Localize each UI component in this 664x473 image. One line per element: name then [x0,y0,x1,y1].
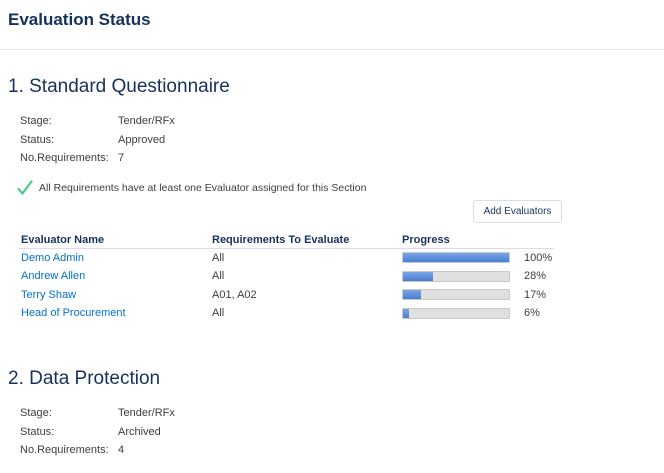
header-progress: Progress [400,231,554,249]
progress-cell: 17% [400,286,554,305]
section-info: Stage: Tender/RFx Status: Archived No.Re… [20,404,658,460]
table-row: Andrew Allen All 28% [19,267,554,286]
info-row-stage: Stage: Tender/RFx [20,112,658,131]
stage-value: Tender/RFx [118,115,175,127]
table-header-row: Evaluator Name Requirements To Evaluate … [19,231,554,249]
section-info: Stage: Tender/RFx Status: Approved No.Re… [20,112,658,168]
table-row: Head of Procurement All 6% [19,304,554,323]
status-label: Status: [20,133,55,146]
evaluators-table: Evaluator Name Requirements To Evaluate … [19,231,554,323]
add-evaluators-button[interactable]: Add Evaluators [473,199,562,223]
progress-bar [402,289,510,301]
progress-fill [403,308,410,318]
progress-fill [403,271,433,281]
info-row-stage: Stage: Tender/RFx [20,404,658,423]
header-requirements: Requirements To Evaluate [210,231,400,249]
progress-bar [402,270,510,282]
requirements-cell: All [212,307,225,320]
stage-value: Tender/RFx [118,407,175,419]
progress-percent: 17% [524,288,547,301]
info-row-requirements: No.Requirements: 7 [20,149,658,168]
progress-cell: 100% [400,248,554,267]
progress-percent: 6% [524,307,540,320]
requirements-cell: All [212,270,225,283]
requirements-label: No.Requirements: [20,152,109,164]
header-evaluator-name: Evaluator Name [19,231,210,249]
assignment-message: All Requirements have at least one Evalu… [17,179,658,196]
progress-cell: 28% [400,267,554,286]
requirements-cell: All [212,251,225,264]
evaluator-link-head-of-procurement[interactable]: Head of Procurement [21,307,126,319]
section-title: 2. Data Protection [8,368,161,389]
progress-bar [402,252,510,264]
progress-percent: 28% [524,270,547,283]
requirements-value: 4 [118,444,125,456]
section-data-protection: 2. Data Protection Stage: Tender/RFx Sta… [8,368,658,460]
checkmark-icon [17,179,33,195]
table-row: Demo Admin All 100% [19,248,554,267]
status-value: Archived [118,425,161,438]
info-row-status: Status: Approved [20,131,658,150]
table-row: Terry Shaw A01, A02 17% [19,286,554,305]
evaluator-link-demo-admin[interactable]: Demo Admin [21,252,84,264]
progress-fill [403,290,422,300]
stage-label: Stage: [20,115,52,127]
assignment-message-text: All Requirements have at least one Evalu… [39,181,367,194]
requirements-cell: A01, A02 [212,288,257,301]
page-header: Evaluation Status [0,0,664,50]
section-title: 1. Standard Questionnaire [8,76,230,97]
evaluator-link-andrew-allen[interactable]: Andrew Allen [21,270,85,282]
section-standard-questionnaire: 1. Standard Questionnaire Stage: Tender/… [8,76,658,323]
status-value: Approved [118,133,166,146]
info-row-requirements: No.Requirements: 4 [20,441,658,460]
info-row-status: Status: Archived [20,423,658,442]
progress-fill [403,253,509,263]
progress-bar [402,307,510,319]
requirements-label: No.Requirements: [20,444,109,456]
status-label: Status: [20,425,55,438]
button-row: Add Evaluators [8,199,658,224]
requirements-value: 7 [118,152,125,164]
progress-cell: 6% [400,304,554,323]
stage-label: Stage: [20,407,52,419]
progress-percent: 100% [524,251,553,264]
evaluator-link-terry-shaw[interactable]: Terry Shaw [21,289,76,301]
page-title: Evaluation Status [8,10,151,29]
